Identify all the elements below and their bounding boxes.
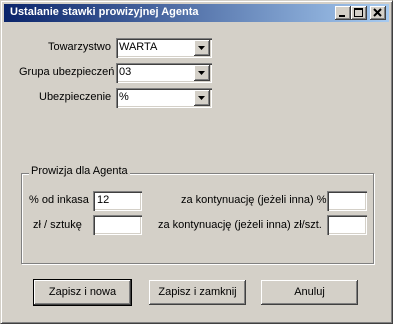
ubezpieczenie-dropdown-button[interactable] <box>194 90 210 106</box>
minimize-button[interactable] <box>335 6 351 20</box>
minimize-icon <box>339 15 345 17</box>
grupa-dropdown-button[interactable] <box>194 65 210 81</box>
save-new-button[interactable]: Zapisz i nowa <box>33 279 132 306</box>
grupa-label: Grupa ubezpieczeń <box>19 66 115 78</box>
dialog-window: Ustalanie stawki prowizyjnej Agenta Towa… <box>0 0 393 324</box>
window-title: Ustalanie stawki prowizyjnej Agenta <box>10 6 199 18</box>
kontynuacja-pct-input[interactable] <box>327 191 367 211</box>
od-inkasa-label: % od inkasa <box>29 194 89 206</box>
prowizja-group-title: Prowizja dla Agenta <box>29 165 130 177</box>
grupa-value: 03 <box>119 66 132 78</box>
towarzystwo-dropdown-button[interactable] <box>194 40 210 56</box>
od-inkasa-value: 12 <box>97 194 110 206</box>
chevron-down-icon <box>198 71 205 75</box>
ubezpieczenie-select[interactable]: % <box>116 88 212 108</box>
maximize-icon <box>354 8 363 17</box>
od-inkasa-input[interactable]: 12 <box>93 191 142 211</box>
close-icon <box>373 8 382 17</box>
chevron-down-icon <box>198 96 205 100</box>
ubezpieczenie-label: Ubezpieczenie <box>39 91 112 103</box>
zl-sztuke-label: zł / sztukę <box>33 219 82 231</box>
close-button[interactable] <box>370 6 386 20</box>
chevron-down-icon <box>198 46 205 50</box>
maximize-button[interactable] <box>351 6 367 20</box>
towarzystwo-label: Towarzystwo <box>48 41 111 53</box>
grupa-select[interactable]: 03 <box>116 63 212 83</box>
zl-sztuke-input[interactable] <box>93 215 142 235</box>
kontynuacja-zl-label: za kontynuację (jeżeli inna) zł/szt. <box>158 219 322 231</box>
kontynuacja-zl-input[interactable] <box>327 215 367 235</box>
ubezpieczenie-value: % <box>119 91 129 103</box>
towarzystwo-value: WARTA <box>119 41 158 53</box>
towarzystwo-select[interactable]: WARTA <box>116 38 212 58</box>
title-bar[interactable]: Ustalanie stawki prowizyjnej Agenta <box>4 4 389 22</box>
cancel-button[interactable]: Anuluj <box>261 280 358 305</box>
save-close-button[interactable]: Zapisz i zamknij <box>149 280 246 305</box>
kontynuacja-pct-label: za kontynuację (jeżeli inna) % <box>181 194 327 206</box>
